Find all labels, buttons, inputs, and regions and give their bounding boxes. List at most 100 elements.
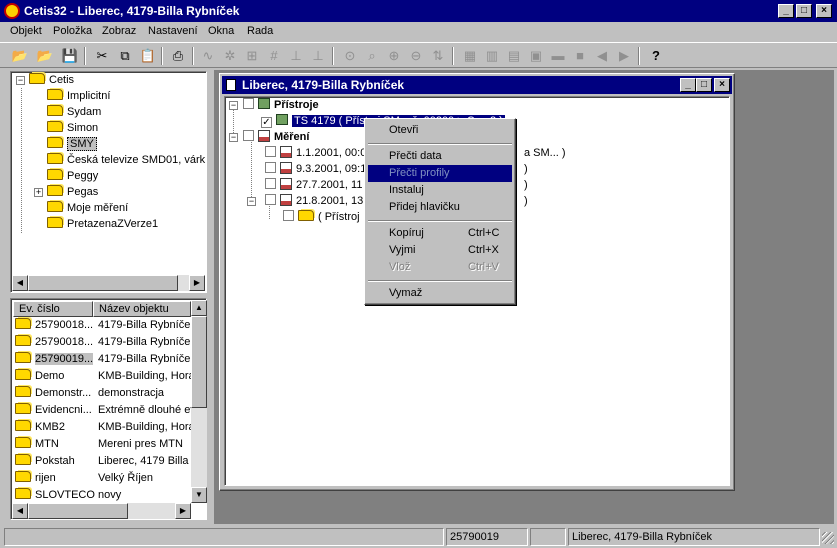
- print-icon[interactable]: ⎙: [168, 46, 188, 66]
- list-item[interactable]: MTN Mereni pres MTN: [13, 436, 191, 453]
- menu-item-otevri[interactable]: Otevři: [368, 122, 512, 139]
- wave-icon[interactable]: ∿: [198, 46, 218, 66]
- rect-icon[interactable]: ▬: [548, 46, 568, 66]
- tree-collapse-icon[interactable]: −: [247, 197, 256, 206]
- measurement-checkbox[interactable]: [265, 162, 276, 173]
- tree-item[interactable]: Simon: [47, 120, 98, 136]
- monitor-icon[interactable]: ■: [570, 46, 590, 66]
- tree-collapse-icon[interactable]: −: [16, 76, 25, 85]
- help-icon[interactable]: ?: [646, 46, 666, 66]
- resize-grip-icon[interactable]: [822, 532, 834, 544]
- list-item[interactable]: rijen Velký Říjen: [13, 470, 191, 487]
- paste-icon[interactable]: 📋: [138, 46, 158, 66]
- list-item[interactable]: Pokstah Liberec, 4179 Billa R: [13, 453, 191, 470]
- hash-icon[interactable]: #: [264, 46, 284, 66]
- menu-item-kopiruj[interactable]: Kopíruj Ctrl+C: [368, 225, 512, 242]
- measurement-checkbox[interactable]: [265, 194, 276, 205]
- copy-icon[interactable]: ⧉: [115, 46, 135, 66]
- sort-icon[interactable]: ⇅: [428, 46, 448, 66]
- devices-node[interactable]: Přístroje: [243, 97, 319, 113]
- scroll-up-icon[interactable]: ▲: [191, 300, 207, 316]
- scroll-thumb[interactable]: [191, 316, 207, 408]
- tree-item[interactable]: Moje měření: [47, 200, 128, 216]
- title-bar[interactable]: Cetis32 - Liberec, 4179-Billa Rybníček _…: [0, 0, 837, 22]
- measurements-node[interactable]: Měření: [243, 129, 309, 145]
- list-item-selected[interactable]: 25790019... 4179-Billa Rybníček: [13, 351, 191, 368]
- bar-chart-icon[interactable]: ▥: [482, 46, 502, 66]
- tree-root[interactable]: Cetis: [29, 72, 74, 88]
- chart-icon[interactable]: ▦: [460, 46, 480, 66]
- measurement-item[interactable]: 21.8.2001, 13: [265, 193, 363, 209]
- list-item[interactable]: SLOVTECO novy: [13, 487, 191, 504]
- arrow-right-icon[interactable]: ▶: [614, 46, 634, 66]
- scroll-right-icon[interactable]: ▶: [175, 503, 191, 519]
- page-icon[interactable]: ▣: [526, 46, 546, 66]
- menu-rada[interactable]: Rada: [247, 25, 273, 37]
- child-close-button[interactable]: ×: [714, 78, 730, 92]
- menu-okna[interactable]: Okna: [208, 25, 234, 37]
- app-icon[interactable]: [4, 3, 20, 19]
- scroll-thumb[interactable]: [28, 503, 128, 519]
- tree-item[interactable]: Pegas: [47, 184, 98, 200]
- open-folder-icon[interactable]: 📂: [35, 46, 55, 66]
- menu-polozka[interactable]: Položka: [53, 25, 92, 37]
- menu-item-precti-data[interactable]: Přečti data: [368, 148, 512, 165]
- axis2-icon[interactable]: ⊥: [308, 46, 328, 66]
- tree-item[interactable]: PretazenaZVerze1: [47, 216, 158, 232]
- tree-collapse-icon[interactable]: −: [229, 101, 238, 110]
- menu-nastaveni[interactable]: Nastavení: [148, 25, 198, 37]
- tree-item[interactable]: Peggy: [47, 168, 98, 184]
- menu-item-vloz[interactable]: Vlož Ctrl+V: [368, 259, 512, 276]
- arrow-left-icon[interactable]: ◀: [592, 46, 612, 66]
- child-maximize-button[interactable]: □: [696, 78, 712, 92]
- scroll-left-icon[interactable]: ◀: [12, 503, 28, 519]
- devices-checkbox[interactable]: [243, 98, 254, 109]
- tree-item[interactable]: Sydam: [47, 104, 101, 120]
- zoom-in-icon[interactable]: ⊕: [384, 46, 404, 66]
- menu-item-instaluj[interactable]: Instaluj: [368, 182, 512, 199]
- open-folder-icon[interactable]: 📂: [10, 46, 30, 66]
- column-header-ev-cislo[interactable]: Ev. číslo: [13, 301, 93, 317]
- menu-item-vymaz[interactable]: Vymaž: [368, 285, 512, 302]
- measurement-item[interactable]: 9.3.2001, 09:1: [265, 161, 366, 177]
- measurement-item[interactable]: 1.1.2001, 00:0: [265, 145, 366, 161]
- cut-icon[interactable]: ✂: [92, 46, 112, 66]
- scroll-right-icon[interactable]: ▶: [189, 275, 205, 291]
- tree-expand-icon[interactable]: +: [34, 188, 43, 197]
- device-checkbox[interactable]: ✓: [261, 117, 272, 128]
- list-item[interactable]: Demo KMB-Building, Hora: [13, 368, 191, 385]
- menu-item-pridej-hlavicku[interactable]: Přidej hlavičku: [368, 199, 512, 216]
- list-item[interactable]: 25790018... 4179-Billa Rybníček: [13, 317, 191, 334]
- tree-item[interactable]: Implicitní: [47, 88, 110, 104]
- scroll-down-icon[interactable]: ▼: [191, 487, 207, 503]
- measurement-item[interactable]: 27.7.2001, 11: [265, 177, 362, 193]
- zoom-icon[interactable]: ⊙: [340, 46, 360, 66]
- list-horizontal-scrollbar[interactable]: ◀ ▶: [12, 503, 191, 519]
- list-item[interactable]: KMB2 KMB-Building, Hora: [13, 419, 191, 436]
- context-menu[interactable]: Otevři Přečti data Přečti profily Instal…: [364, 118, 516, 305]
- tree-item[interactable]: Česká televize SMD01, várk: [47, 152, 205, 168]
- close-button[interactable]: ×: [816, 4, 832, 18]
- list-item[interactable]: Demonstr... demonstracja: [13, 385, 191, 402]
- spark-icon[interactable]: ✲: [220, 46, 240, 66]
- table-icon[interactable]: ▤: [504, 46, 524, 66]
- child-title-bar[interactable]: Liberec, 4179-Billa Rybníček _ □ ×: [222, 76, 732, 94]
- measurements-checkbox[interactable]: [243, 130, 254, 141]
- object-list[interactable]: Ev. číslo Název objektu 25790018... 4179-…: [10, 298, 207, 520]
- tree-horizontal-scrollbar[interactable]: ◀ ▶: [12, 275, 205, 291]
- zoom-out-icon[interactable]: ⊖: [406, 46, 426, 66]
- scroll-thumb[interactable]: [28, 275, 178, 291]
- list-item[interactable]: Evidencni... Extrémně dlouhé ev: [13, 402, 191, 419]
- maximize-button[interactable]: □: [796, 4, 812, 18]
- menu-item-vyjmi[interactable]: Vyjmi Ctrl+X: [368, 242, 512, 259]
- tree-item-selected[interactable]: SMY: [47, 136, 97, 152]
- menu-zobraz[interactable]: Zobraz: [102, 25, 136, 37]
- column-header-nazev[interactable]: Název objektu: [93, 301, 191, 317]
- menu-item-precti-profily[interactable]: Přečti profily: [368, 165, 512, 182]
- measurement-checkbox[interactable]: [265, 146, 276, 157]
- measurement-checkbox[interactable]: [265, 178, 276, 189]
- measurement-subitem[interactable]: ( Přístroj: [283, 209, 360, 225]
- axis-icon[interactable]: ⊥: [286, 46, 306, 66]
- object-tree[interactable]: − Cetis Implicitní Sydam Simon SMY Česká…: [10, 71, 207, 293]
- search-icon[interactable]: ⌕: [362, 46, 382, 66]
